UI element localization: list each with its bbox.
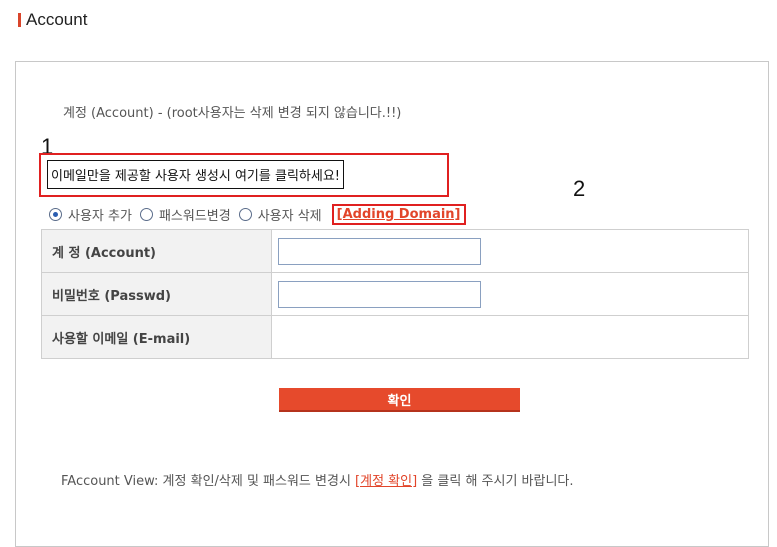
page-title-text: Account: [26, 10, 88, 29]
account-label: 계 정 (Account): [41, 229, 272, 273]
annotation-marker-2: 2: [573, 176, 586, 201]
password-input[interactable]: [278, 280, 481, 308]
table-row: 계 정 (Account): [41, 229, 749, 273]
password-label: 비밀번호 (Passwd): [41, 272, 272, 316]
radio-change-password-label: 패스워드변경: [158, 209, 231, 224]
action-radio-group: 사용자 추가 패스워드변경 사용자 삭제 [Adding Domain]: [49, 204, 466, 225]
annotation-highlight-2: [Adding Domain]: [331, 204, 466, 225]
table-row: 사용할 이메일 (E-mail): [41, 315, 749, 359]
email-only-user-link[interactable]: 이메일만을 제공할 사용자 생성시 여기를 클릭하세요!: [47, 160, 344, 189]
account-form-table: 계 정 (Account) 비밀번호 (Passwd) 사용할 이메일 (E-m…: [41, 229, 749, 359]
account-input[interactable]: [278, 237, 481, 265]
radio-add-user[interactable]: [49, 208, 62, 221]
footer-prefix: FAccount View: 계정 확인/삭제 및 패스워드 변경시: [61, 474, 356, 489]
confirm-button[interactable]: 확인: [279, 388, 520, 412]
account-notice: 계정 (Account) - (root사용자는 삭제 변경 되지 않습니다.!…: [63, 106, 402, 121]
email-label: 사용할 이메일 (E-mail): [41, 315, 272, 359]
table-row: 비밀번호 (Passwd): [41, 272, 749, 316]
adding-domain-link[interactable]: [Adding Domain]: [337, 207, 461, 222]
footer-suffix: 을 클릭 해 주시기 바랍니다.: [417, 474, 574, 489]
account-cell: [271, 229, 749, 273]
email-value: [271, 315, 749, 359]
radio-change-password[interactable]: [139, 208, 153, 221]
page-title: Account: [18, 8, 87, 32]
radio-add-user-label: 사용자 추가: [68, 209, 132, 224]
password-cell: [271, 272, 749, 316]
title-accent-bar: [18, 13, 21, 27]
radio-delete-user-label: 사용자 삭제: [257, 209, 322, 224]
account-check-link[interactable]: [계정 확인]: [355, 474, 417, 489]
radio-delete-user[interactable]: [238, 208, 252, 221]
footer-note: FAccount View: 계정 확인/삭제 및 패스워드 변경시 [계정 확…: [61, 470, 574, 489]
